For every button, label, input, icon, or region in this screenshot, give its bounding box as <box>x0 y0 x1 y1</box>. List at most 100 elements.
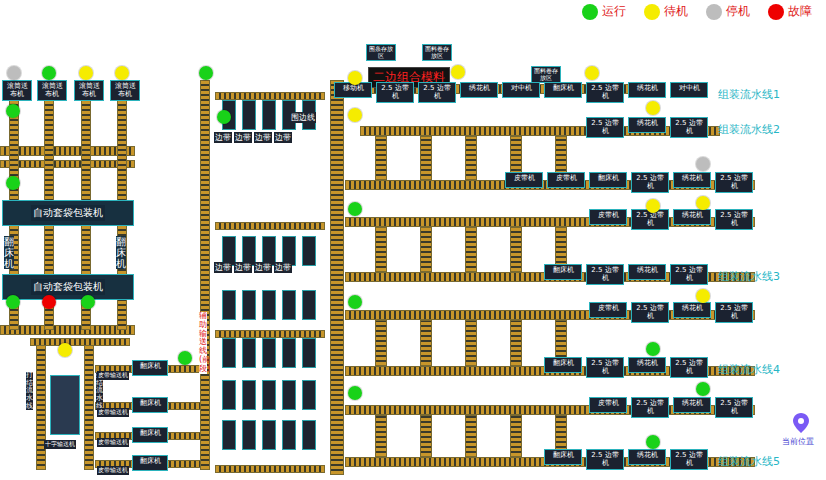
line-machine[interactable]: 2.5 边带机 <box>715 209 753 230</box>
status-dot[interactable] <box>348 108 362 122</box>
line-machine[interactable]: 2.5 边带机 <box>715 397 753 418</box>
flipper-machine[interactable]: 翻床机 <box>132 455 168 471</box>
line-machine[interactable]: 2.5 边带机 <box>670 117 708 138</box>
line-machine[interactable]: 皮带机 <box>589 209 627 225</box>
status-dot-icon <box>582 4 598 20</box>
line-machine[interactable]: 绣花机 <box>460 82 498 98</box>
line-machine[interactable]: 翻床机 <box>544 449 582 465</box>
status-dot[interactable] <box>81 295 95 309</box>
flipper-machine[interactable]: 翻床机 <box>132 397 168 413</box>
status-dot[interactable] <box>199 66 213 80</box>
line-machine[interactable]: 翻床机 <box>544 264 582 280</box>
status-dot[interactable] <box>451 65 465 79</box>
line-machine[interactable]: 绣花机 <box>628 117 666 133</box>
line-machine[interactable]: 对中机 <box>502 82 540 98</box>
line-machine[interactable]: 绣花机 <box>628 82 666 98</box>
station-cell <box>302 338 316 368</box>
status-dot[interactable] <box>348 295 362 309</box>
status-dot[interactable] <box>696 157 710 171</box>
flipper-machine[interactable]: 翻床机 <box>132 427 168 443</box>
status-dot[interactable] <box>6 295 20 309</box>
legend-item: 运行 <box>582 3 626 20</box>
line-machine[interactable]: 2.5 边带机 <box>586 357 624 378</box>
line-machine[interactable]: 2.5 边带机 <box>715 302 753 323</box>
line-machine[interactable]: 2.5 边带机 <box>631 302 669 323</box>
production-diagram: 运行待机停机故障滚筒送布机滚筒送布机滚筒送布机滚筒送布机自动套袋包装机自动套袋包… <box>0 0 826 480</box>
status-dot[interactable] <box>646 435 660 449</box>
line-machine[interactable]: 2.5 边带机 <box>418 82 456 103</box>
line-machine[interactable]: 皮带机 <box>589 302 627 318</box>
status-dot[interactable] <box>646 101 660 115</box>
packer[interactable]: 自动套袋包装机 <box>2 200 134 226</box>
line-machine[interactable]: 2.5 边带机 <box>586 117 624 138</box>
line-machine[interactable]: 对中机 <box>670 82 708 98</box>
feeder-machine[interactable]: 滚筒送布机 <box>2 80 32 101</box>
flipper-machine[interactable]: 翻床机 <box>132 360 168 376</box>
line-machine[interactable]: 2.5 边带机 <box>586 449 624 470</box>
line-machine[interactable]: 绣花机 <box>673 397 711 413</box>
status-dot[interactable] <box>585 66 599 80</box>
line-machine[interactable]: 2.5 边带机 <box>586 264 624 285</box>
line-machine[interactable]: 皮带机 <box>547 172 585 188</box>
conveyor <box>0 160 135 168</box>
line-machine[interactable]: 2.5 边带机 <box>631 172 669 193</box>
line-machine[interactable]: 绣花机 <box>673 172 711 188</box>
line-machine[interactable]: 2.5 边带机 <box>586 82 624 103</box>
cross-conveyor[interactable] <box>50 375 80 435</box>
edge-station: 围边线 <box>290 112 316 123</box>
line-machine[interactable]: 绣花机 <box>628 264 666 280</box>
line-label: 组装流水线3 <box>718 269 780 284</box>
conveyor <box>510 415 522 457</box>
status-dot[interactable] <box>42 66 56 80</box>
status-dot[interactable] <box>217 110 231 124</box>
line-machine[interactable]: 2.5 边带机 <box>670 357 708 378</box>
status-dot[interactable] <box>58 343 72 357</box>
station-cell <box>242 380 256 410</box>
edge-station: 边带 <box>214 262 232 273</box>
line-machine[interactable]: 绣花机 <box>628 357 666 373</box>
status-dot-icon <box>644 4 660 20</box>
line-machine[interactable]: 皮带机 <box>505 172 543 188</box>
status-dot[interactable] <box>79 66 93 80</box>
status-dot[interactable] <box>696 289 710 303</box>
line-machine[interactable]: 绣花机 <box>673 302 711 318</box>
station-cell <box>262 100 276 130</box>
status-dot[interactable] <box>348 386 362 400</box>
conveyor <box>330 80 344 475</box>
status-dot[interactable] <box>178 351 192 365</box>
line-machine[interactable]: 绣花机 <box>673 209 711 225</box>
line-machine[interactable]: 2.5 边带机 <box>631 397 669 418</box>
packer[interactable]: 自动套袋包装机 <box>2 274 134 300</box>
line-machine[interactable]: 翻床机 <box>544 82 582 98</box>
status-dot[interactable] <box>348 71 362 85</box>
status-dot[interactable] <box>646 342 660 356</box>
line-machine[interactable]: 2.5 边带机 <box>376 82 414 103</box>
station-cell <box>262 290 276 320</box>
status-dot[interactable] <box>348 202 362 216</box>
legend-item: 停机 <box>706 3 750 20</box>
feeder-machine[interactable]: 滚筒送布机 <box>110 80 140 101</box>
flipper-label: 翻床机 <box>4 236 14 269</box>
line-machine[interactable]: 翻床机 <box>589 172 627 188</box>
status-dot[interactable] <box>7 66 21 80</box>
status-dot[interactable] <box>6 176 20 190</box>
status-dot[interactable] <box>696 382 710 396</box>
station-cell <box>302 380 316 410</box>
status-dot[interactable] <box>696 196 710 210</box>
conveyor <box>215 222 325 230</box>
edge-station: 边带 <box>234 132 252 143</box>
edge-station: 边带 <box>214 132 232 143</box>
line-machine[interactable]: 2.5 边带机 <box>670 264 708 285</box>
line-machine[interactable]: 2.5 边带机 <box>670 449 708 470</box>
feeder-machine[interactable]: 滚筒送布机 <box>74 80 104 101</box>
feeder-machine[interactable]: 滚筒送布机 <box>37 80 67 101</box>
line-machine[interactable]: 绣花机 <box>628 449 666 465</box>
status-dot[interactable] <box>646 199 660 213</box>
line-machine[interactable]: 2.5 边带机 <box>715 172 753 193</box>
status-dot[interactable] <box>42 295 56 309</box>
status-dot[interactable] <box>6 104 20 118</box>
line-machine[interactable]: 翻床机 <box>544 357 582 373</box>
line-machine[interactable]: 皮带机 <box>589 397 627 413</box>
status-dot[interactable] <box>115 66 129 80</box>
line-label: 组装流水线1 <box>718 87 780 102</box>
